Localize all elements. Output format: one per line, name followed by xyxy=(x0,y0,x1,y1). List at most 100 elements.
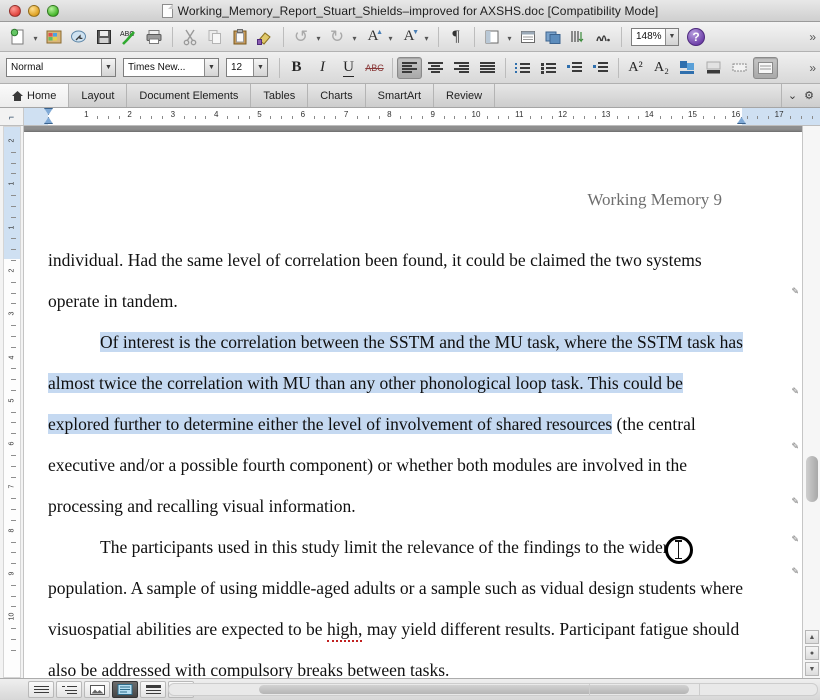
italic-button[interactable]: I xyxy=(310,57,335,79)
scroll-page-down-button[interactable]: ▼ xyxy=(805,662,819,676)
align-center-button[interactable] xyxy=(423,57,448,79)
horizontal-scrollbar[interactable] xyxy=(168,683,818,696)
font-color-button[interactable] xyxy=(701,57,726,79)
bulleted-list-button[interactable] xyxy=(536,57,561,79)
redo-dropdown[interactable]: ▾ xyxy=(350,25,359,49)
publishing-layout-view-button[interactable] xyxy=(84,681,110,698)
decrease-font-dropdown[interactable]: ▾ xyxy=(422,25,431,49)
horizontal-ruler[interactable]: ⌐ 1 2 3 4 5 6 7 8 9 10 11 12 13 14 15 16 17 xyxy=(0,108,820,126)
paragraph-participants[interactable]: The participants used in this study limi… xyxy=(48,527,744,678)
vertical-scrollbar-thumb[interactable] xyxy=(806,456,818,502)
print-layout-view-button[interactable] xyxy=(112,681,138,698)
bold-button[interactable]: B xyxy=(284,57,309,79)
toolbox-button[interactable] xyxy=(591,25,615,49)
vertical-ruler-number: 2 xyxy=(8,138,16,143)
ribbon-tab-bar: Home Layout Document Elements Tables Cha… xyxy=(0,84,820,108)
underline-button[interactable]: U xyxy=(336,57,361,79)
close-window-button[interactable] xyxy=(9,4,21,17)
draft-view-button[interactable] xyxy=(28,681,54,698)
vertical-ruler-track[interactable]: 2 1 1 2 3 4 5 6 7 8 9 10 xyxy=(3,126,21,678)
highlight-color-button[interactable] xyxy=(675,57,700,79)
font-family-select[interactable]: Times New... ▼ xyxy=(123,58,219,77)
decrease-indent-button[interactable] xyxy=(562,57,587,79)
ruler-number: 5 xyxy=(257,110,262,119)
outline-view-button[interactable] xyxy=(56,681,82,698)
strikethrough-button[interactable]: ABC xyxy=(362,57,387,79)
chevron-down-icon[interactable]: ▼ xyxy=(204,59,218,76)
tab-home[interactable]: Home xyxy=(0,84,70,107)
open-button[interactable] xyxy=(42,25,66,49)
select-browse-object-button[interactable]: ● xyxy=(805,646,819,660)
show-toolbox-button[interactable] xyxy=(753,56,778,79)
superscript-button[interactable]: A² xyxy=(623,57,648,79)
tab-charts[interactable]: Charts xyxy=(308,84,366,107)
increase-indent-button[interactable] xyxy=(588,57,613,79)
zoom-level-input[interactable]: 148% ▼ xyxy=(631,27,679,46)
save-as-web-page-button[interactable] xyxy=(67,25,91,49)
chevron-down-icon[interactable]: ▼ xyxy=(101,59,115,76)
increase-font-size-button[interactable]: A ▲ xyxy=(361,25,385,49)
decrease-font-size-button[interactable]: A ▼ xyxy=(397,25,421,49)
sidebar-button[interactable] xyxy=(480,25,504,49)
print-button[interactable] xyxy=(142,25,166,49)
vertical-ruler[interactable]: 2 1 1 2 3 4 5 6 7 8 9 10 xyxy=(0,126,24,678)
document-body[interactable]: individual. Had the same level of correl… xyxy=(48,240,744,678)
minimize-window-button[interactable] xyxy=(28,4,40,17)
sidebar-dropdown[interactable]: ▾ xyxy=(505,25,514,49)
font-size-select[interactable]: 12 ▼ xyxy=(226,58,268,77)
undo-button[interactable]: ↺ xyxy=(289,25,313,49)
undo-dropdown[interactable]: ▾ xyxy=(314,25,323,49)
save-button[interactable] xyxy=(92,25,116,49)
maximize-window-button[interactable] xyxy=(47,4,59,17)
paragraph-style-select[interactable]: Normal ▼ xyxy=(6,58,116,77)
new-document-button[interactable] xyxy=(6,25,30,49)
align-right-button[interactable] xyxy=(449,57,474,79)
copy-button[interactable] xyxy=(203,25,227,49)
sort-button[interactable] xyxy=(566,25,590,49)
vertical-ruler-tick xyxy=(11,260,16,262)
tab-smartart[interactable]: SmartArt xyxy=(366,84,435,107)
vertical-ruler-tick xyxy=(11,519,16,521)
font-family-value: Times New... xyxy=(128,62,186,73)
paragraph-continuation[interactable]: individual. Had the same level of correl… xyxy=(48,240,744,322)
tab-review[interactable]: Review xyxy=(434,84,496,107)
format-painter-button[interactable] xyxy=(253,25,277,49)
document-canvas[interactable]: Working Memory 9 individual. Had the sam… xyxy=(24,126,802,678)
tab-tables[interactable]: Tables xyxy=(251,84,309,107)
notebook-layout-button[interactable] xyxy=(516,25,540,49)
subscript-button[interactable]: A₂ xyxy=(649,57,674,79)
tab-layout[interactable]: Layout xyxy=(69,84,128,107)
tab-document-elements[interactable]: Document Elements xyxy=(127,84,252,107)
redo-button[interactable]: ↻ xyxy=(325,25,349,49)
spelling-grammar-button[interactable]: ABC xyxy=(117,25,141,49)
ruler-number: 12 xyxy=(558,110,568,119)
gear-icon[interactable]: ⚙ xyxy=(804,89,814,102)
media-browser-button[interactable] xyxy=(541,25,565,49)
chevron-down-icon[interactable]: ▼ xyxy=(253,59,267,76)
formatting-overflow-button[interactable]: » xyxy=(809,61,820,75)
chevron-down-icon[interactable]: ⌄ xyxy=(788,89,797,102)
help-button[interactable]: ? xyxy=(687,27,705,46)
align-justify-button[interactable] xyxy=(475,57,500,79)
numbered-list-button[interactable] xyxy=(510,57,535,79)
vertical-ruler-tick xyxy=(11,454,16,456)
align-left-button[interactable] xyxy=(397,56,422,79)
vertical-scrollbar[interactable]: ▲ ● ▼ xyxy=(802,126,820,678)
toolbar-overflow-button[interactable]: » xyxy=(809,30,820,44)
cut-button[interactable] xyxy=(178,25,202,49)
tab-stop-selector[interactable]: ⌐ xyxy=(0,108,24,125)
horizontal-scrollbar-thumb[interactable] xyxy=(259,685,689,694)
tab-home-label: Home xyxy=(27,89,57,102)
paste-button[interactable] xyxy=(228,25,252,49)
ruler-track[interactable]: 1 2 3 4 5 6 7 8 9 10 11 12 13 14 15 16 17 xyxy=(24,108,820,125)
zoom-stepper[interactable]: ▼ xyxy=(665,28,678,45)
show-formatting-marks-button[interactable]: ¶ xyxy=(444,25,468,49)
borders-button[interactable] xyxy=(727,57,752,79)
ruler-tick xyxy=(681,116,683,119)
document-page[interactable]: Working Memory 9 individual. Had the sam… xyxy=(24,132,802,678)
paragraph-selected[interactable]: Of interest is the correlation between t… xyxy=(48,322,744,527)
notebook-layout-view-button[interactable] xyxy=(140,681,166,698)
increase-font-dropdown[interactable]: ▾ xyxy=(386,25,395,49)
scroll-page-up-button[interactable]: ▲ xyxy=(805,630,819,644)
new-document-dropdown[interactable]: ▾ xyxy=(31,25,40,49)
